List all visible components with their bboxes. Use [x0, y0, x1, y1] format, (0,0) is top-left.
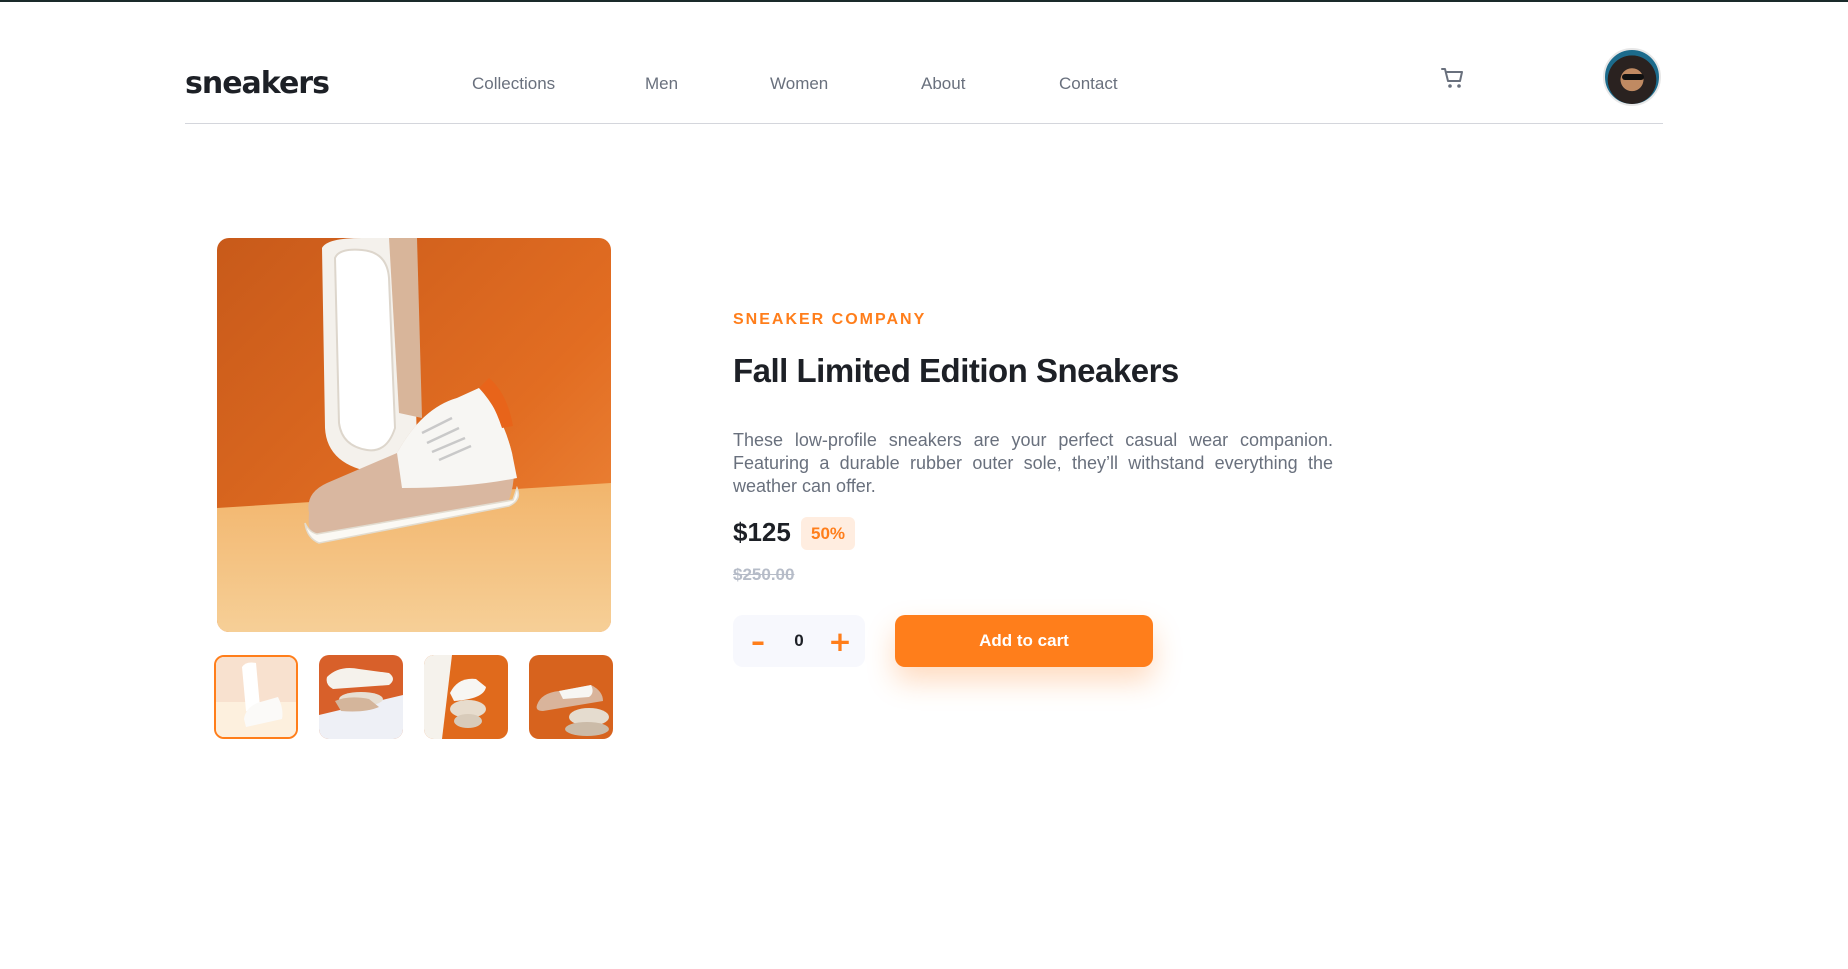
- discount-badge: 50%: [801, 517, 855, 550]
- thumbnail-4[interactable]: [529, 655, 613, 739]
- thumbnail-2[interactable]: [319, 655, 403, 739]
- original-price: $250.00: [733, 565, 795, 584]
- user-avatar[interactable]: [1603, 48, 1661, 106]
- nav-link-about[interactable]: About: [921, 74, 1059, 94]
- nav-link-collections[interactable]: Collections: [472, 74, 645, 94]
- top-border: [0, 0, 1848, 2]
- product-title: Fall Limited Edition Sneakers: [733, 352, 1179, 389]
- thumbnail-3[interactable]: [424, 655, 508, 739]
- quantity-stepper: – 0 +: [733, 615, 865, 667]
- increase-quantity-button[interactable]: +: [820, 615, 860, 667]
- logo[interactable]: sneakers: [185, 66, 330, 101]
- nav-link-men[interactable]: Men: [645, 74, 770, 94]
- thumbnail-1[interactable]: [214, 655, 298, 739]
- product-description: These low-profile sneakers are your perf…: [733, 430, 1333, 496]
- decrease-quantity-button[interactable]: –: [738, 615, 778, 667]
- current-price: $125: [733, 517, 791, 547]
- nav-link-women[interactable]: Women: [770, 74, 921, 94]
- add-to-cart-button[interactable]: Add to cart: [895, 615, 1153, 667]
- nav-link-contact[interactable]: Contact: [1059, 74, 1118, 94]
- quantity-value: 0: [794, 631, 804, 650]
- main-product-image[interactable]: [217, 238, 611, 632]
- main-nav: Collections Men Women About Contact: [472, 74, 1118, 94]
- cart-icon[interactable]: [1440, 66, 1470, 92]
- avatar-glasses: [1622, 74, 1644, 80]
- thumbnail-list: [214, 655, 613, 739]
- company-name: SNEAKER COMPANY: [733, 311, 927, 328]
- site-header: sneakers Collections Men Women About Con…: [185, 40, 1663, 124]
